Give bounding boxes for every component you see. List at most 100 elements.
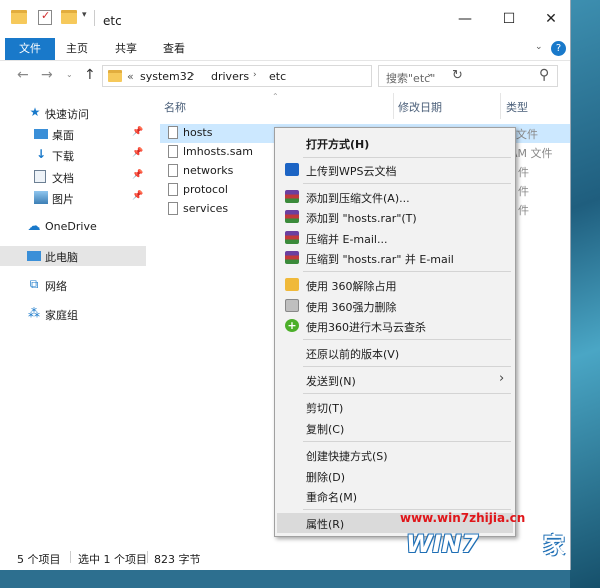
menu-label: 重命名(M) — [306, 491, 358, 504]
breadcrumb-drivers[interactable]: drivers — [211, 70, 249, 83]
sort-ascending-icon: ⌃ — [272, 92, 279, 101]
menu-item-open-with[interactable]: 打开方式(H) — [277, 133, 513, 153]
nav-label: 网络 — [45, 280, 67, 293]
menu-label: 打开方式(H) — [306, 138, 370, 151]
tab-share[interactable]: 共享 — [115, 38, 137, 60]
nav-item-downloads[interactable]: ↓ 下载 📌 — [0, 145, 146, 165]
recent-locations-icon[interactable]: ⌄ — [66, 70, 73, 79]
menu-item-copy[interactable]: 复制(C) — [277, 418, 513, 438]
back-arrow-icon[interactable]: ← — [17, 67, 29, 83]
search-icon[interactable]: ⚲ — [539, 67, 549, 83]
quick-access-dropdown-icon[interactable]: ▾ — [82, 10, 87, 20]
ribbon-expand-icon[interactable]: ⌄ — [535, 42, 543, 52]
navigation-pane: ★ 快速访问 桌面 📌 ↓ 下载 📌 文档 📌 图片 📌 ☁ OneDrive — [0, 93, 148, 545]
nav-label: 下载 — [52, 150, 74, 163]
menu-item-compress-rar-email[interactable]: 压缩到 "hosts.rar" 并 E-mail — [277, 248, 513, 268]
ribbon-tabs: 文件 主页 共享 查看 ⌄ ? — [0, 38, 570, 61]
search-box[interactable]: 搜索"etc" ⚲ — [378, 65, 558, 87]
menu-item-360-unlock[interactable]: 使用 360解除占用 — [277, 275, 513, 295]
menu-item-360-scan[interactable]: + 使用360进行木马云查杀 — [277, 316, 513, 336]
chevron-right-icon[interactable]: › — [253, 70, 257, 80]
file-type: 文件 — [516, 128, 538, 141]
nav-item-documents[interactable]: 文档 📌 — [0, 167, 146, 187]
file-name: networks — [183, 164, 234, 177]
pin-icon[interactable]: 📌 — [132, 170, 143, 180]
menu-separator — [303, 366, 511, 367]
menu-item-add-to-rar[interactable]: 添加到 "hosts.rar"(T) — [277, 207, 513, 227]
menu-item-rename[interactable]: 重命名(M) — [277, 486, 513, 506]
column-header-modified[interactable]: 修改日期 — [398, 99, 442, 115]
winrar-icon — [285, 190, 299, 203]
search-input[interactable]: 搜索"etc" — [386, 70, 435, 86]
chevron-right-icon[interactable]: › — [191, 70, 195, 80]
nav-item-quick-access[interactable]: ★ 快速访问 — [0, 103, 146, 123]
pictures-icon — [34, 191, 48, 204]
nav-item-onedrive[interactable]: ☁ OneDrive — [0, 217, 146, 237]
status-size: 823 字节 — [154, 553, 201, 566]
menu-item-delete[interactable]: 删除(D) — [277, 466, 513, 486]
column-header-name[interactable]: 名称 — [164, 99, 186, 115]
menu-label: 复制(C) — [306, 423, 345, 436]
menu-item-compress-email[interactable]: 压缩并 E-mail... — [277, 228, 513, 248]
file-icon — [168, 126, 178, 139]
minimize-button[interactable]: — — [451, 8, 479, 30]
documents-icon — [34, 170, 46, 183]
forward-arrow-icon[interactable]: → — [41, 67, 53, 83]
column-divider[interactable] — [500, 93, 501, 119]
column-header-type[interactable]: 类型 — [506, 99, 528, 115]
up-arrow-icon[interactable]: ↑ — [84, 67, 96, 83]
menu-label: 删除(D) — [306, 471, 346, 484]
pin-icon[interactable]: 📌 — [132, 127, 143, 137]
menu-label: 使用360进行木马云查杀 — [306, 321, 426, 334]
file-icon — [168, 183, 178, 196]
nav-item-pictures[interactable]: 图片 📌 — [0, 188, 146, 208]
breadcrumb-etc[interactable]: etc — [269, 70, 286, 83]
menu-item-create-shortcut[interactable]: 创建快捷方式(S) — [277, 445, 513, 465]
menu-separator — [303, 509, 511, 510]
new-folder-icon[interactable] — [61, 10, 77, 24]
tab-file[interactable]: 文件 — [5, 38, 55, 60]
shredder-icon — [285, 299, 299, 312]
menu-label: 压缩并 E-mail... — [306, 233, 388, 246]
breadcrumb-overflow[interactable]: « — [127, 70, 134, 83]
check-icon: ✓ — [41, 9, 51, 22]
maximize-button[interactable]: ☐ — [495, 8, 523, 30]
properties-quick-icon[interactable]: ✓ — [38, 9, 52, 25]
nav-item-desktop[interactable]: 桌面 📌 — [0, 124, 146, 144]
menu-label: 添加到 "hosts.rar"(T) — [306, 212, 417, 225]
menu-label: 还原以前的版本(V) — [306, 348, 400, 361]
menu-item-add-archive[interactable]: 添加到压缩文件(A)... — [277, 187, 513, 207]
breadcrumb-system32[interactable]: system32 — [140, 70, 194, 83]
tab-home[interactable]: 主页 — [66, 38, 88, 60]
status-divider — [70, 551, 71, 563]
network-icon: ⧉ — [29, 277, 39, 291]
column-divider[interactable] — [393, 93, 394, 119]
winrar-icon — [285, 210, 299, 223]
file-name: services — [183, 202, 229, 215]
window-title: etc — [103, 14, 122, 28]
menu-item-restore-previous[interactable]: 还原以前的版本(V) — [277, 343, 513, 363]
menu-item-cut[interactable]: 剪切(T) — [277, 397, 513, 417]
address-bar[interactable]: « system32 › drivers › etc ⌄ ↻ — [102, 65, 463, 87]
pin-icon[interactable]: 📌 — [132, 191, 143, 201]
winrar-icon — [285, 231, 299, 244]
close-button[interactable]: ✕ — [537, 8, 565, 30]
menu-item-send-to[interactable]: 发送到(N) › — [277, 370, 513, 390]
download-icon: ↓ — [35, 147, 47, 161]
submenu-arrow-icon: › — [499, 371, 505, 386]
menu-item-upload-wps[interactable]: 上传到WPS云文档 — [277, 160, 513, 180]
nav-item-this-pc[interactable]: 此电脑 — [0, 246, 146, 266]
title-divider — [94, 10, 95, 26]
file-type: 件 — [518, 204, 529, 217]
nav-label: 图片 — [52, 193, 74, 206]
file-icon — [168, 202, 178, 215]
tab-view[interactable]: 查看 — [163, 38, 185, 60]
pin-icon[interactable]: 📌 — [132, 148, 143, 158]
help-icon[interactable]: ? — [551, 41, 566, 56]
menu-separator — [303, 157, 511, 158]
nav-item-homegroup[interactable]: ⁂ 家庭组 — [0, 304, 146, 324]
menu-item-360-force-delete[interactable]: 使用 360强力删除 — [277, 296, 513, 316]
status-divider — [147, 551, 148, 563]
nav-item-network[interactable]: ⧉ 网络 — [0, 275, 146, 295]
menu-label: 创建快捷方式(S) — [306, 450, 388, 463]
